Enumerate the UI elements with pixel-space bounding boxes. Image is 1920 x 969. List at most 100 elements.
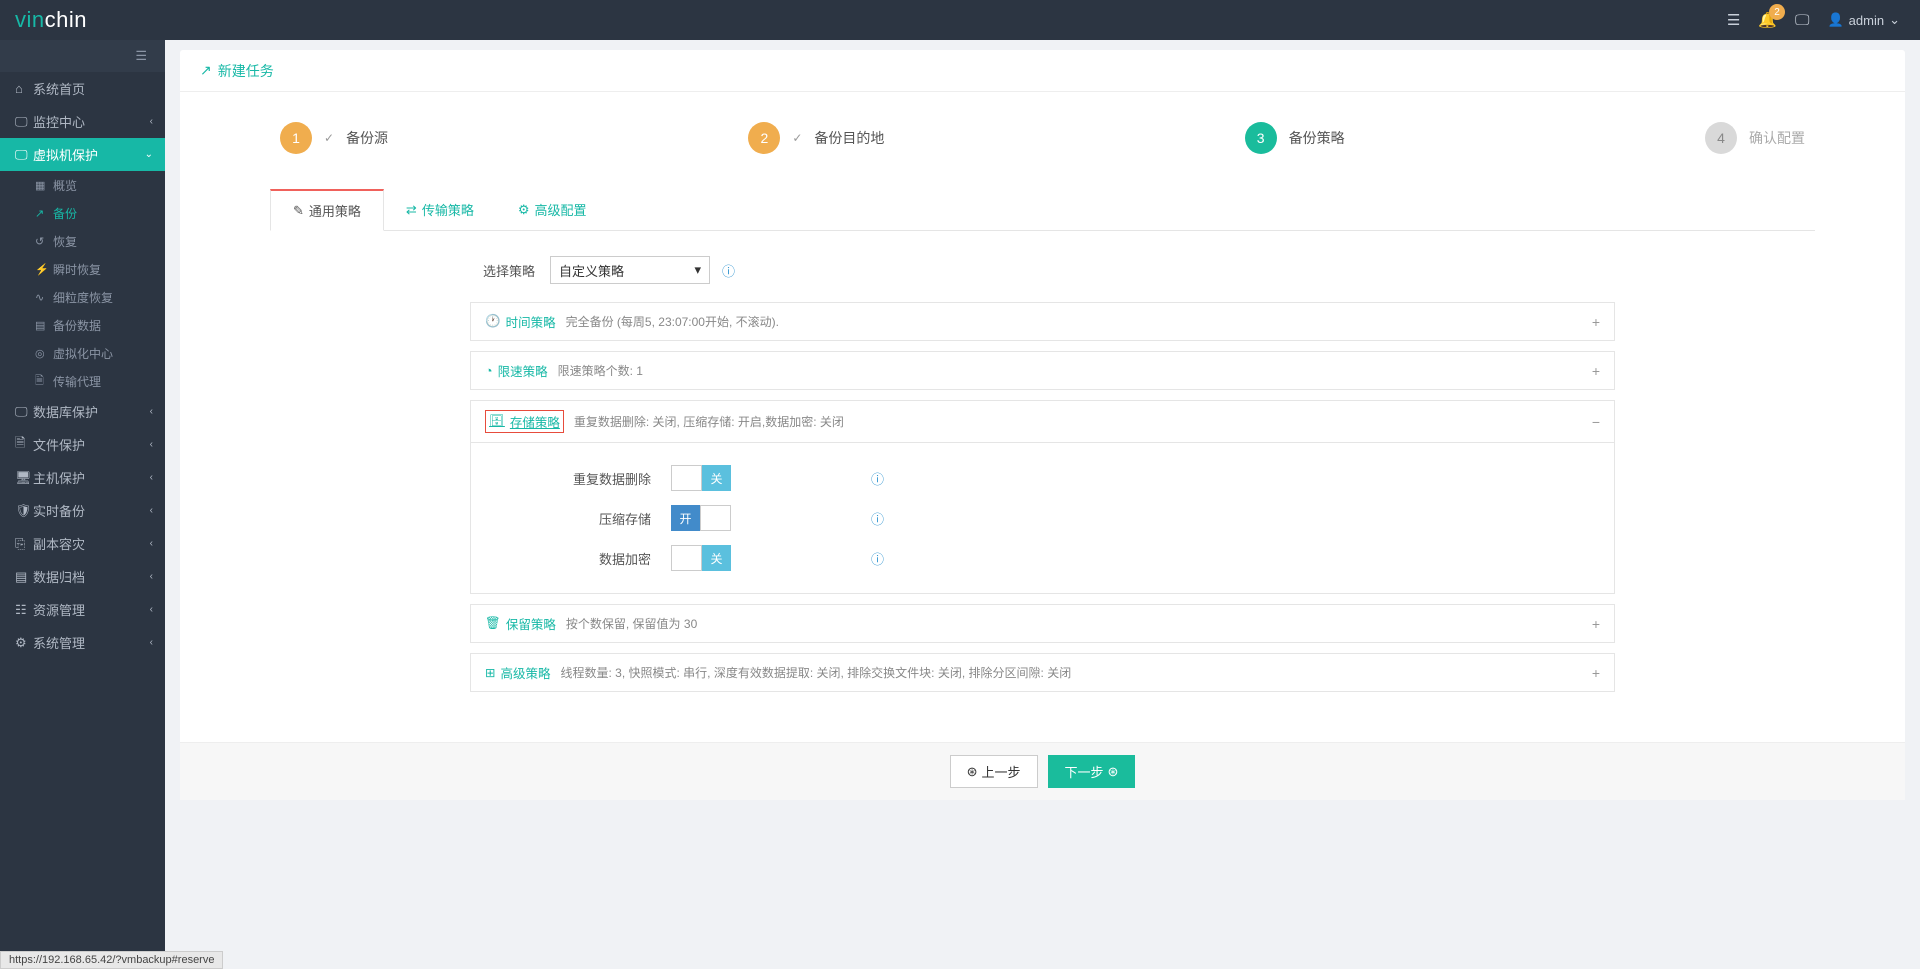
sub-icon: ↗ bbox=[35, 207, 53, 220]
step-label: 确认配置 bbox=[1749, 128, 1805, 148]
nav-item-3[interactable]: 🖵数据库保护‹ bbox=[0, 395, 165, 428]
accordion-header[interactable]: ⊞ 高级策略线程数量: 3, 快照模式: 串行, 深度有效数据提取: 关闭, 排… bbox=[471, 654, 1614, 691]
accordion-header[interactable]: ◔ 限速策略限速策略个数: 1+ bbox=[471, 352, 1614, 389]
prev-button[interactable]: ⊛上一步 bbox=[950, 755, 1038, 788]
nav-sub-1[interactable]: ↗备份 bbox=[0, 199, 165, 227]
info-icon[interactable]: ⓘ bbox=[871, 549, 884, 568]
accordion-3: 🗑 保留策略按个数保留, 保留值为 30+ bbox=[470, 604, 1615, 643]
accordion-2: 🗄 存储策略重复数据删除: 关闭, 压缩存储: 开启,数据加密: 关闭− 重复数据… bbox=[470, 400, 1615, 594]
accordion-header[interactable]: 🕐 时间策略完全备份 (每周5, 23:07:00开始, 不滚动).+ bbox=[471, 303, 1614, 340]
tab-icon: ⇄ bbox=[406, 202, 417, 218]
nav-sub-3[interactable]: ⚡瞬时恢复 bbox=[0, 255, 165, 283]
nav-item-1[interactable]: 🖵监控中心‹ bbox=[0, 105, 165, 138]
wizard-step-2[interactable]: 2✓备份目的地 bbox=[748, 122, 884, 154]
wizard-step-4[interactable]: 4确认配置 bbox=[1705, 122, 1805, 154]
chevron-icon: ‹ bbox=[150, 116, 153, 127]
nav-item-7[interactable]: ⎘副本容灾‹ bbox=[0, 527, 165, 560]
status-bar: https://192.168.65.42/?vmbackup#reserve bbox=[0, 951, 223, 969]
nav-sub-7[interactable]: 🗎传输代理 bbox=[0, 367, 165, 395]
tab-0[interactable]: ✎通用策略 bbox=[270, 189, 384, 231]
nav-sub-4[interactable]: ∿细粒度恢复 bbox=[0, 283, 165, 311]
toggle-switch[interactable]: 开 bbox=[671, 505, 731, 531]
info-icon[interactable]: ⓘ bbox=[871, 509, 884, 528]
username-label: admin bbox=[1849, 13, 1884, 28]
sub-label: 传输代理 bbox=[53, 373, 101, 390]
tab-2[interactable]: ⚙高级配置 bbox=[496, 189, 609, 230]
nav-sub-5[interactable]: ▤备份数据 bbox=[0, 311, 165, 339]
toggle-label: 压缩存储 bbox=[471, 509, 671, 528]
toggle-switch[interactable]: 关 bbox=[671, 545, 731, 571]
form-area: 选择策略 自定义策略 ▾ ⓘ bbox=[270, 231, 1815, 284]
nav-label: 实时备份 bbox=[33, 501, 85, 520]
check-icon: ✓ bbox=[792, 131, 802, 145]
chevron-icon: ‹ bbox=[150, 538, 153, 549]
nav-label: 文件保护 bbox=[33, 435, 85, 454]
select-policy-value: 自定义策略 bbox=[559, 261, 624, 280]
chevron-icon: ⌄ bbox=[145, 149, 153, 160]
select-policy-dropdown[interactable]: 自定义策略 ▾ bbox=[550, 256, 710, 284]
queue-icon[interactable]: ☰ bbox=[1727, 11, 1740, 29]
main-content: ↗ 新建任务 1✓备份源2✓备份目的地3备份策略4确认配置 ✎通用策略⇄传输策略… bbox=[165, 40, 1920, 810]
nav-label: 主机保护 bbox=[33, 468, 85, 487]
nav-sub-0[interactable]: ▦概览 bbox=[0, 171, 165, 199]
bell-icon[interactable]: 🔔2 bbox=[1758, 11, 1777, 29]
step-number: 2 bbox=[748, 122, 780, 154]
sub-icon: ∿ bbox=[35, 291, 53, 304]
sub-label: 虚拟化中心 bbox=[53, 345, 113, 362]
toggle-row-1: 压缩存储开 ⓘ bbox=[471, 498, 1614, 538]
nav-icon: ⚙ bbox=[15, 635, 33, 651]
accordion-title: ⊞ 高级策略 bbox=[485, 663, 551, 682]
nav-item-4[interactable]: 🗎文件保护‹ bbox=[0, 428, 165, 461]
nav-item-0[interactable]: ⌂系统首页 bbox=[0, 72, 165, 105]
nav-label: 系统管理 bbox=[33, 633, 85, 652]
toggle-label: 重复数据删除 bbox=[471, 469, 671, 488]
panel: ↗ 新建任务 1✓备份源2✓备份目的地3备份策略4确认配置 ✎通用策略⇄传输策略… bbox=[180, 50, 1905, 800]
accordion-0: 🕐 时间策略完全备份 (每周5, 23:07:00开始, 不滚动).+ bbox=[470, 302, 1615, 341]
nav-item-8[interactable]: ▤数据归档‹ bbox=[0, 560, 165, 593]
acc-icon: 🕐 bbox=[485, 314, 501, 329]
nav-icon: ▤ bbox=[15, 569, 33, 585]
accordion-desc: 按个数保留, 保留值为 30 bbox=[566, 615, 697, 632]
nav-item-2[interactable]: 🖵虚拟机保护⌄ bbox=[0, 138, 165, 171]
user-menu[interactable]: 👤 admin ⌄ bbox=[1827, 12, 1900, 28]
step-number: 3 bbox=[1245, 122, 1277, 154]
nav-item-5[interactable]: 🖥主机保护‹ bbox=[0, 461, 165, 494]
accordion-header[interactable]: 🗑 保留策略按个数保留, 保留值为 30+ bbox=[471, 605, 1614, 642]
accordion-header[interactable]: 🗄 存储策略重复数据删除: 关闭, 压缩存储: 开启,数据加密: 关闭− bbox=[471, 401, 1614, 442]
nav-sub-2[interactable]: ↺恢复 bbox=[0, 227, 165, 255]
wizard-step-1[interactable]: 1✓备份源 bbox=[280, 122, 388, 154]
nav-icon: 🖵 bbox=[15, 404, 33, 420]
chevron-icon: ‹ bbox=[150, 406, 153, 417]
select-policy-row: 选择策略 自定义策略 ▾ ⓘ bbox=[470, 256, 1815, 284]
nav-sub-6[interactable]: ◎虚拟化中心 bbox=[0, 339, 165, 367]
accordion-toggle-icon: + bbox=[1592, 665, 1600, 681]
nav-icon: ⌂ bbox=[15, 81, 33, 96]
info-icon[interactable]: ⓘ bbox=[871, 469, 884, 488]
next-button[interactable]: 下一步⊛ bbox=[1048, 755, 1136, 788]
nav-icon: 🖥 bbox=[15, 470, 33, 486]
nav-item-9[interactable]: ☷资源管理‹ bbox=[0, 593, 165, 626]
select-policy-label: 选择策略 bbox=[470, 261, 550, 280]
tab-1[interactable]: ⇄传输策略 bbox=[384, 189, 496, 230]
panel-body: 1✓备份源2✓备份目的地3备份策略4确认配置 ✎通用策略⇄传输策略⚙高级配置 选… bbox=[180, 92, 1905, 742]
acc-icon: ◔ bbox=[485, 364, 493, 378]
info-icon[interactable]: ⓘ bbox=[722, 261, 735, 280]
acc-icon: ⊞ bbox=[485, 665, 495, 680]
monitor-icon[interactable]: 🖵 bbox=[1795, 12, 1809, 29]
nav-item-6[interactable]: 🛡实时备份‹ bbox=[0, 494, 165, 527]
chevron-icon: ‹ bbox=[150, 637, 153, 648]
nav-icon: ⎘ bbox=[15, 536, 33, 552]
wizard-step-3[interactable]: 3 备份策略 bbox=[1245, 122, 1345, 154]
step-label: 备份策略 bbox=[1289, 128, 1345, 148]
tab-label: 通用策略 bbox=[309, 201, 361, 220]
toggle-switch[interactable]: 关 bbox=[671, 465, 731, 491]
accordion-body: 重复数据删除关ⓘ压缩存储开ⓘ数据加密关ⓘ bbox=[471, 442, 1614, 593]
nav-item-10[interactable]: ⚙系统管理 ‹ bbox=[0, 626, 165, 659]
accordion-toggle-icon: + bbox=[1592, 616, 1600, 632]
chevron-icon: ‹ bbox=[150, 505, 153, 516]
arrow-left-icon: ⊛ bbox=[967, 764, 978, 780]
tabs: ✎通用策略⇄传输策略⚙高级配置 bbox=[270, 189, 1815, 231]
nav-icon: 🖵 bbox=[15, 147, 33, 163]
sidebar-toggle[interactable]: ☰ bbox=[0, 40, 165, 72]
arrow-right-icon: ⊛ bbox=[1108, 764, 1119, 780]
